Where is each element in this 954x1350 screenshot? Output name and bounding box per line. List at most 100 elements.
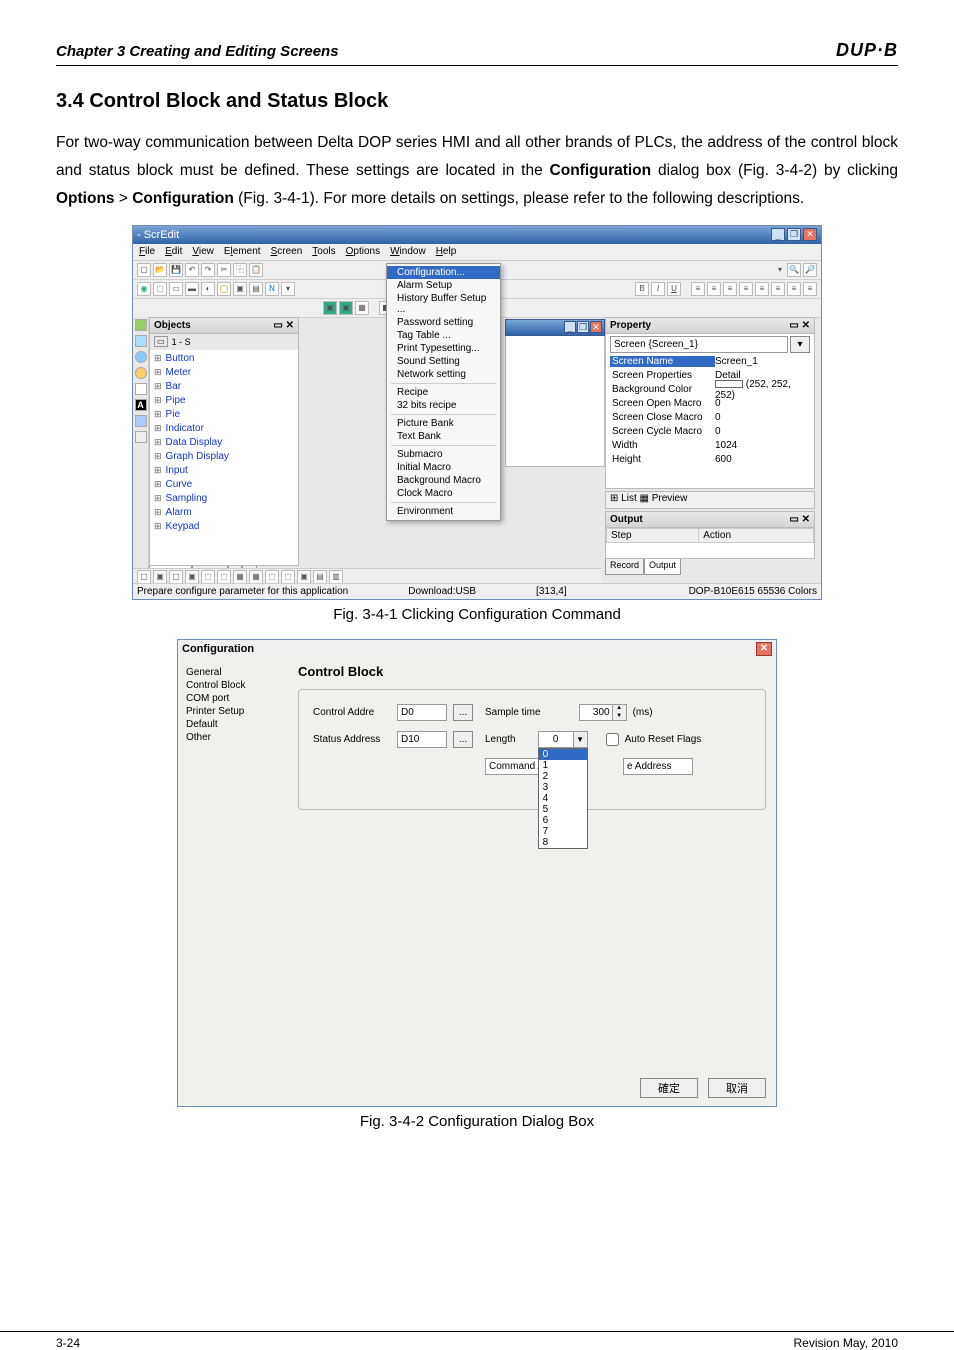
prop-val[interactable]: 0 [715,398,810,409]
tool-icon[interactable]: ◉ [137,282,151,296]
dropdown-item[interactable]: History Buffer Setup ... [387,292,500,316]
align-icon[interactable]: ≡ [707,282,721,296]
tool-icon[interactable]: ▤ [313,570,327,584]
menu-screen[interactable]: Screen [271,246,303,257]
e-address-input[interactable] [623,758,693,775]
save-icon[interactable]: 💾 [169,263,183,277]
minimize-icon[interactable]: _ [564,321,576,333]
italic-icon[interactable]: I [651,282,665,296]
menu-file[interactable]: FFileile [139,246,155,257]
align-icon[interactable]: ≡ [723,282,737,296]
length-input[interactable] [539,732,573,747]
dd-option[interactable]: 4 [539,793,587,804]
tool-icon[interactable]: ◐ [201,282,215,296]
tree-item-input[interactable]: Input [154,464,294,478]
property-screen-select[interactable] [610,336,788,353]
menu-view[interactable]: View [192,246,214,257]
rail-icon[interactable] [135,319,147,331]
zoom-in-icon[interactable]: 🔍 [787,263,801,277]
tool-icon[interactable]: ▦ [355,301,369,315]
dd-option[interactable]: 0 [539,749,587,760]
dropdown-item[interactable]: Environment [387,505,500,518]
dd-option[interactable]: 3 [539,782,587,793]
tool-icon[interactable]: ▦ [249,570,263,584]
tool-icon[interactable]: ▢ [137,570,151,584]
tool-icon[interactable]: ▦ [233,570,247,584]
dropdown-item[interactable]: Submacro [387,448,500,461]
control-addr-picker[interactable]: ... [453,704,473,721]
tool-icon[interactable]: ▣ [323,301,337,315]
zoom-out-icon[interactable]: 🔎 [803,263,817,277]
dd-option[interactable]: 6 [539,815,587,826]
dropdown-item[interactable]: Initial Macro [387,461,500,474]
blank-doc-window[interactable]: _ ❐ ✕ [505,319,605,469]
prop-val[interactable]: Screen_1 [715,356,810,367]
tool-icon[interactable]: ▢ [169,570,183,584]
tree-item-sampling[interactable]: Sampling [154,492,294,506]
menu-tools[interactable]: Tools [312,246,335,257]
tree-item-curve[interactable]: Curve [154,478,294,492]
length-dropdown-list[interactable]: 0 1 2 3 4 5 6 7 8 [538,748,588,849]
tool-icon[interactable]: ⬚ [201,570,215,584]
rail-icon[interactable]: A [135,399,147,411]
minimize-icon[interactable]: _ [771,228,785,241]
dropdown-item[interactable]: Background Macro [387,474,500,487]
auto-reset-flags-checkbox[interactable] [606,733,619,746]
rail-icon[interactable] [135,383,147,395]
property-panel-header[interactable]: Property ▭ ✕ [605,317,815,334]
dd-option[interactable]: 5 [539,804,587,815]
side-item-general[interactable]: General [186,666,280,679]
rail-icon[interactable] [135,415,147,427]
align-icon[interactable]: ≡ [691,282,705,296]
output-panel-header[interactable]: Output▭ ✕ [605,511,815,528]
maximize-icon[interactable]: ❐ [577,321,589,333]
objects-panel-header[interactable]: Objects ▭ ✕ [149,317,299,334]
tree-item-button[interactable]: Button [154,352,294,366]
tool-icon[interactable]: ▣ [297,570,311,584]
dropdown-item[interactable]: Password setting [387,316,500,329]
rail-icon[interactable] [135,367,147,379]
dropdown-item[interactable]: Sound Setting [387,355,500,368]
dropdown-item[interactable]: 32 bits recipe [387,399,500,412]
list-preview-toggle[interactable]: ⊞ List ▦ Preview [605,491,815,509]
new-icon[interactable]: ▢ [137,263,151,277]
sample-time-stepper[interactable]: ▲▼ [579,704,627,721]
ok-button[interactable]: 確定 [640,1078,698,1098]
chevron-down-icon[interactable]: ▼ [613,712,626,720]
menu-help[interactable]: Help [436,246,457,257]
dialog-titlebar[interactable]: Configuration ✕ [178,640,776,658]
dd-option[interactable]: 8 [539,837,587,848]
align-icon[interactable]: ≡ [787,282,801,296]
rail-icon[interactable] [135,431,147,443]
cut-icon[interactable]: ✂ [217,263,231,277]
cancel-button[interactable]: 取消 [708,1078,766,1098]
tool-icon[interactable]: ▣ [233,282,247,296]
tool-icon[interactable]: ⬚ [265,570,279,584]
tree-item-pie[interactable]: Pie [154,408,294,422]
status-addr-picker[interactable]: ... [453,731,473,748]
dropdown-item[interactable]: Tag Table ... [387,329,500,342]
side-item-other[interactable]: Other [186,731,280,744]
menu-element[interactable]: Element [224,246,261,257]
open-icon[interactable]: 📂 [153,263,167,277]
paste-icon[interactable]: 📋 [249,263,263,277]
sample-time-input[interactable] [580,705,612,720]
tool-icon[interactable]: ▣ [339,301,353,315]
rail-icon[interactable] [135,335,147,347]
dd-option[interactable]: 2 [539,771,587,782]
dd-option[interactable]: 7 [539,826,587,837]
tool-icon[interactable]: ▣ [185,570,199,584]
prop-val[interactable]: 0 [715,426,810,437]
side-item-printer-setup[interactable]: Printer Setup [186,705,280,718]
side-item-control-block[interactable]: Control Block [186,679,280,692]
length-dropdown[interactable]: ▼ 0 1 2 3 4 5 6 7 8 [538,731,588,748]
dropdown-item[interactable]: Recipe [387,386,500,399]
align-icon[interactable]: ≡ [755,282,769,296]
align-icon[interactable]: ≡ [771,282,785,296]
menu-window[interactable]: Window [390,246,426,257]
tree-item-meter[interactable]: Meter [154,366,294,380]
menu-options[interactable]: Options [346,246,380,257]
color-swatch[interactable] [715,380,743,388]
tab-output[interactable]: Output [644,559,681,575]
align-icon[interactable]: ≡ [739,282,753,296]
